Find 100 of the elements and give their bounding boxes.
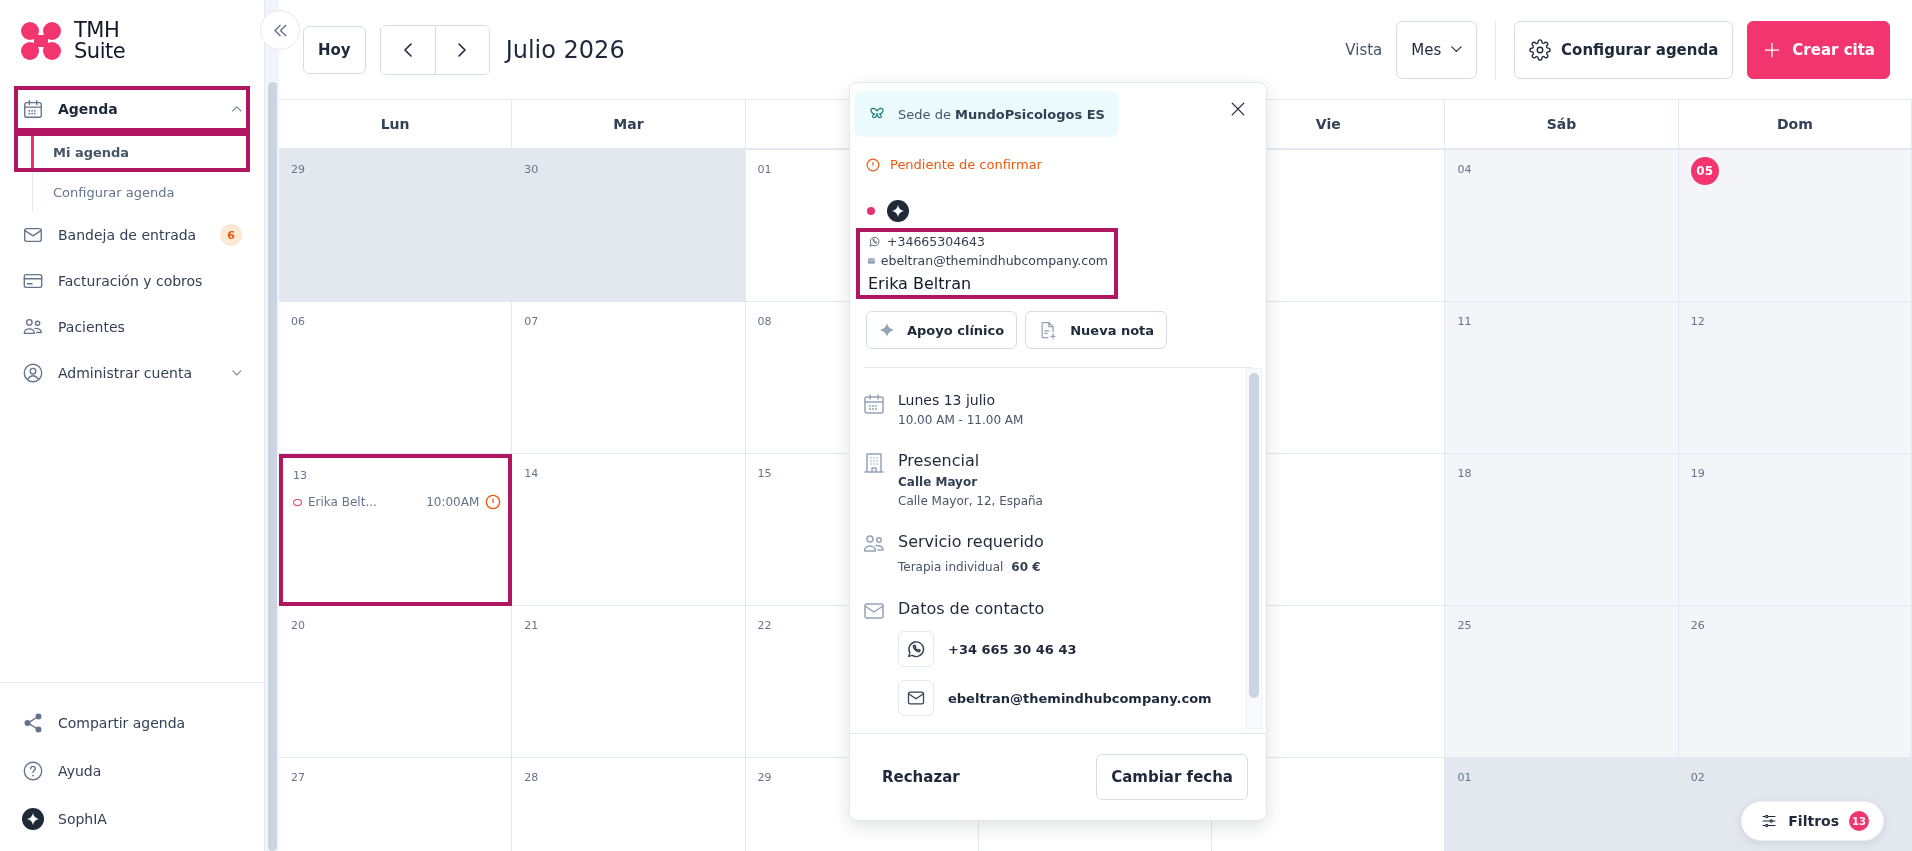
count-badge: 13 xyxy=(1849,811,1869,831)
day-number: 04 xyxy=(1457,163,1472,176)
day-number: 27 xyxy=(291,771,305,784)
day-cell[interactable]: 04 xyxy=(1445,150,1679,302)
day-cell[interactable]: 27 xyxy=(279,758,513,851)
filters-button[interactable]: Filtros 13 xyxy=(1741,801,1884,841)
chevron-up-icon xyxy=(232,106,242,112)
chevron-left-icon xyxy=(403,42,412,57)
nav-item[interactable]: Ayuda xyxy=(14,747,250,795)
status-dot xyxy=(867,207,875,215)
email-text: ebeltran@themindhubcompany.com xyxy=(880,253,1108,268)
day-number: 13 xyxy=(293,469,307,482)
share-icon xyxy=(22,712,44,734)
day-number: 02 xyxy=(1690,771,1705,784)
day-cell[interactable]: 25 xyxy=(1445,606,1679,758)
day-number: 26 xyxy=(1690,619,1705,632)
double-chevron-left-icon xyxy=(273,23,287,37)
status-label: Pendiente de confirmar xyxy=(890,157,1042,172)
gear-icon xyxy=(1529,38,1552,61)
day-cell[interactable]: 06 xyxy=(279,302,513,454)
date-title: Lunes 13 julio xyxy=(898,392,997,408)
day-cell[interactable]: 19 xyxy=(1678,454,1912,606)
day-number: 20 xyxy=(291,619,305,632)
view-select[interactable]: Mes xyxy=(1396,20,1478,79)
envelope-icon xyxy=(868,255,875,266)
day-number: 08 xyxy=(757,315,772,328)
day-cell[interactable]: 29 xyxy=(279,150,513,302)
day-number: 29 xyxy=(291,163,305,176)
day-number: 21 xyxy=(524,619,539,632)
day-cell[interactable]: 07 xyxy=(512,302,746,454)
patient-name: Erika Beltran xyxy=(868,274,973,293)
scrollbar-thumb[interactable] xyxy=(267,82,277,851)
calendar-icon xyxy=(22,98,44,120)
day-cell[interactable]: 05 xyxy=(1678,150,1912,302)
sparkle-icon xyxy=(22,808,44,830)
chevron-down-icon xyxy=(232,370,242,376)
modality-title: Presencial xyxy=(898,451,981,470)
day-number: 14 xyxy=(524,467,539,480)
calendar-icon xyxy=(862,392,886,416)
configure-button[interactable]: Configurar agenda xyxy=(1514,20,1734,79)
nav-subitem[interactable]: Mi agenda xyxy=(14,132,250,172)
day-number: 30 xyxy=(524,163,539,176)
nav-item[interactable]: Bandeja de entrada 6 xyxy=(14,212,250,258)
day-cell[interactable]: 01 xyxy=(1445,758,1679,851)
nav-item[interactable]: Facturación y cobros xyxy=(14,258,250,304)
service-title: Servicio requerido xyxy=(898,532,1044,551)
create-button[interactable]: Crear cita xyxy=(1747,20,1890,79)
nav-item[interactable]: Compartir agenda xyxy=(14,699,250,747)
reschedule-button[interactable]: Cambiar fecha xyxy=(1096,754,1248,800)
day-number: 22 xyxy=(757,619,772,632)
email-text: ebeltran@themindhubcompany.com xyxy=(948,690,1212,706)
day-cell[interactable]: 21 xyxy=(512,606,746,758)
day-cell[interactable]: 12 xyxy=(1678,302,1912,454)
nav-item[interactable]: Administrar cuenta xyxy=(14,350,250,396)
day-cell[interactable]: 13 Erika Belt... 10:00AM xyxy=(281,456,511,604)
day-cell[interactable]: 28 xyxy=(512,758,746,851)
day-number: 29 xyxy=(757,771,772,784)
event-time: 10:00AM xyxy=(426,495,480,509)
day-number: 01 xyxy=(1457,771,1472,784)
nav-subitem[interactable]: Configurar agenda xyxy=(14,172,250,212)
envelope-icon-box[interactable] xyxy=(898,680,934,716)
logo-text: TMH xyxy=(74,20,121,41)
phone-text: +34665304643 xyxy=(887,234,985,249)
day-cell[interactable]: 18 xyxy=(1445,454,1679,606)
day-cell[interactable]: 11 xyxy=(1445,302,1679,454)
day-cell[interactable]: 30 xyxy=(512,150,746,302)
scrollbar-thumb[interactable] xyxy=(1249,373,1259,698)
day-number: 18 xyxy=(1457,467,1472,480)
logo-text: Suite xyxy=(74,41,126,62)
event-name[interactable]: Erika Belt... xyxy=(308,495,421,509)
month-title: Julio 2026 xyxy=(505,35,625,64)
count-badge: 6 xyxy=(220,224,242,246)
chevron-right-icon xyxy=(458,42,467,57)
day-number: 11 xyxy=(1457,315,1472,328)
action-button[interactable]: Apoyo clínico xyxy=(866,311,1018,349)
whatsapp-icon-box[interactable] xyxy=(898,631,934,667)
question-mark-icon xyxy=(22,760,44,782)
whatsapp-icon xyxy=(905,638,927,660)
place-name: Calle Mayor xyxy=(898,475,979,489)
day-number: 12 xyxy=(1690,315,1705,328)
day-cell[interactable]: 20 xyxy=(279,606,513,758)
service-name: Terapia individual xyxy=(898,560,1004,574)
collapse-button[interactable] xyxy=(260,10,300,50)
user-circle-icon xyxy=(22,362,44,384)
reject-button[interactable]: Rechazar xyxy=(874,762,968,792)
day-number: 25 xyxy=(1457,619,1472,632)
day-number: 19 xyxy=(1690,467,1705,480)
day-cell[interactable]: 26 xyxy=(1678,606,1912,758)
day-number: 01 xyxy=(757,163,772,176)
whatsapp-icon xyxy=(868,235,881,248)
building-icon xyxy=(862,451,886,475)
day-cell[interactable]: 14 xyxy=(512,454,746,606)
today-button[interactable]: Hoy xyxy=(303,25,366,74)
nav-item[interactable]: Agenda xyxy=(14,86,250,132)
day-number: 06 xyxy=(291,315,305,328)
action-button[interactable]: Nueva nota xyxy=(1025,311,1168,349)
nav-item[interactable]: Pacientes xyxy=(14,304,250,350)
nav-item[interactable]: SophIA xyxy=(14,795,250,843)
service-price: 60 € xyxy=(1011,560,1041,574)
day-number: 07 xyxy=(524,315,539,328)
